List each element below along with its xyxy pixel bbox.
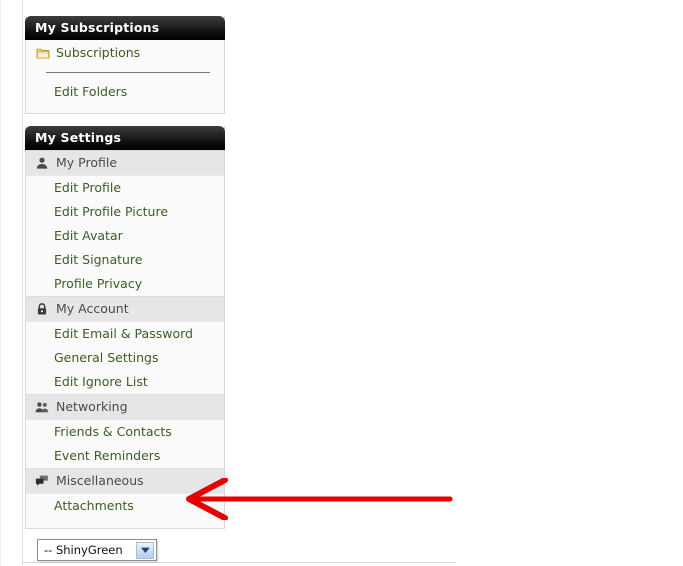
sidebar-item-edit-avatar[interactable]: Edit Avatar: [26, 224, 224, 248]
sidebar-item-subscriptions-label: Subscriptions: [56, 45, 141, 60]
settings-panel: My Settings My Profile Edit Profile Edit…: [25, 126, 225, 529]
sidebar-category-miscellaneous[interactable]: Miscellaneous: [26, 468, 224, 494]
sidebar-item-subscriptions[interactable]: Subscriptions: [26, 40, 224, 66]
sidebar-category-networking[interactable]: Networking: [26, 394, 224, 420]
user-icon: [35, 156, 49, 170]
settings-panel-body: My Profile Edit Profile Edit Profile Pic…: [26, 150, 224, 528]
sidebar-category-networking-label: Networking: [56, 399, 128, 414]
chevron-down-icon[interactable]: [136, 541, 154, 559]
page-edge-rule: [0, 0, 1, 566]
content-left-rule: [22, 0, 23, 566]
sidebar-item-edit-folders[interactable]: Edit Folders: [26, 79, 224, 105]
sidebar-category-my-account-label: My Account: [56, 301, 129, 316]
chat-bubbles-icon: [35, 474, 49, 488]
sidebar-category-my-profile[interactable]: My Profile: [26, 150, 224, 176]
subscriptions-panel: My Subscriptions Subscriptions Edit Fold…: [25, 16, 225, 114]
subscriptions-panel-title: My Subscriptions: [35, 20, 160, 35]
sidebar-item-friends-contacts[interactable]: Friends & Contacts: [26, 420, 224, 444]
sidebar-category-my-profile-label: My Profile: [56, 155, 118, 170]
lock-icon: [35, 302, 49, 316]
folder-icon: [36, 46, 50, 60]
sidebar-category-miscellaneous-label: Miscellaneous: [56, 473, 144, 488]
settings-panel-title: My Settings: [35, 130, 122, 145]
sidebar-item-profile-privacy[interactable]: Profile Privacy: [26, 272, 224, 296]
sidebar-item-edit-signature[interactable]: Edit Signature: [26, 248, 224, 272]
theme-select[interactable]: -- ShinyGreen: [37, 539, 157, 561]
subscriptions-panel-header: My Subscriptions: [25, 16, 225, 40]
sidebar-category-my-account[interactable]: My Account: [26, 296, 224, 322]
users-icon: [35, 400, 49, 414]
content-bottom-rule: [22, 562, 456, 563]
settings-panel-header: My Settings: [25, 126, 225, 150]
sidebar-item-edit-profile-picture[interactable]: Edit Profile Picture: [26, 200, 224, 224]
settings-panel-spacer: [26, 518, 224, 528]
sidebar-item-attachments[interactable]: Attachments: [26, 494, 224, 518]
sidebar-item-edit-email-password[interactable]: Edit Email & Password: [26, 322, 224, 346]
sidebar-item-edit-ignore-list[interactable]: Edit Ignore List: [26, 370, 224, 394]
theme-select-value: -- ShinyGreen: [44, 543, 123, 557]
subscriptions-panel-spacer: [26, 105, 224, 113]
sidebar-item-event-reminders[interactable]: Event Reminders: [26, 444, 224, 468]
sidebar-item-edit-profile[interactable]: Edit Profile: [26, 176, 224, 200]
subscriptions-divider: [46, 72, 210, 73]
subscriptions-panel-body: Subscriptions Edit Folders: [26, 40, 224, 113]
sidebar-item-general-settings[interactable]: General Settings: [26, 346, 224, 370]
